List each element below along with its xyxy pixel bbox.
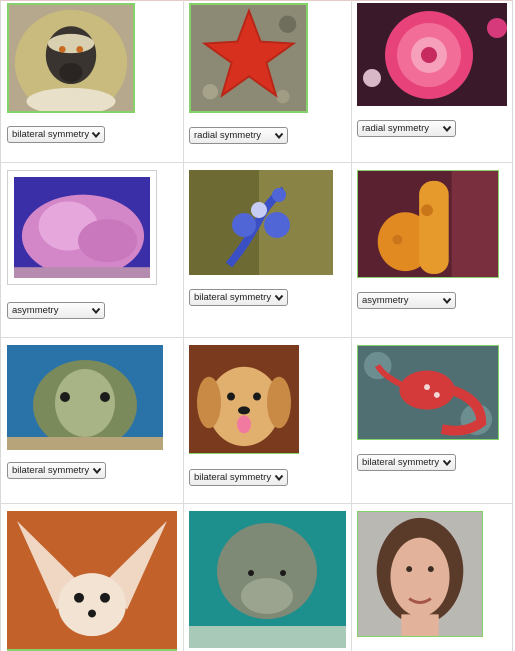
- dropdown-value: radial symmetry: [362, 123, 430, 134]
- chevron-down-icon: [274, 294, 284, 302]
- puppy-icon: [189, 345, 299, 453]
- sea-slug-image[interactable]: [189, 170, 333, 275]
- sea-anemone-image[interactable]: [357, 3, 507, 106]
- chevron-down-icon: [91, 131, 101, 139]
- chevron-down-icon: [442, 297, 452, 305]
- row-divider-1: [0, 162, 513, 163]
- orange-sponge-image[interactable]: [357, 170, 499, 278]
- dropdown-value: bilateral symmetry: [12, 465, 90, 476]
- sea-star-icon: [191, 5, 306, 111]
- row-divider-3: [0, 503, 513, 504]
- dropdown-value: bilateral symmetry: [362, 457, 440, 468]
- column-divider-1: [183, 0, 184, 651]
- row-divider-2: [0, 337, 513, 338]
- sea-slug-icon: [189, 170, 333, 275]
- symmetry-dropdown-4[interactable]: asymmetry: [7, 302, 105, 319]
- symmetry-dropdown-3[interactable]: radial symmetry: [357, 120, 456, 137]
- symmetry-dropdown-5[interactable]: bilateral symmetry: [189, 289, 288, 306]
- chevron-down-icon: [274, 474, 284, 482]
- dropdown-value: asymmetry: [362, 295, 409, 306]
- crab-icon: [358, 346, 498, 439]
- chevron-down-icon: [92, 467, 102, 475]
- dropdown-value: bilateral symmetry: [194, 292, 272, 303]
- column-divider-2: [351, 0, 352, 651]
- monkey-image[interactable]: [7, 3, 135, 113]
- dropdown-value: radial symmetry: [194, 130, 262, 141]
- sea-star-image[interactable]: [189, 3, 308, 113]
- chevron-down-icon: [91, 307, 101, 315]
- pink-coral-image[interactable]: [7, 170, 157, 285]
- chevron-down-icon: [442, 459, 452, 467]
- manatee-image[interactable]: [189, 511, 346, 648]
- red-crab-image[interactable]: [357, 345, 499, 440]
- sea-turtle-icon: [7, 345, 163, 450]
- symmetry-dropdown-7[interactable]: bilateral symmetry: [7, 462, 106, 479]
- symmetry-dropdown-2[interactable]: radial symmetry: [189, 127, 288, 144]
- chevron-down-icon: [274, 132, 284, 140]
- chevron-down-icon: [442, 125, 452, 133]
- woman-image[interactable]: [357, 511, 483, 637]
- fennec-fox-image[interactable]: [7, 511, 177, 651]
- symmetry-dropdown-6[interactable]: asymmetry: [357, 292, 456, 309]
- symmetry-dropdown-8[interactable]: bilateral symmetry: [189, 469, 288, 486]
- portrait-icon: [358, 512, 482, 636]
- dropdown-value: asymmetry: [12, 305, 59, 316]
- sea-anemone-icon: [357, 3, 507, 106]
- manatee-icon: [189, 511, 346, 648]
- sponge-icon: [358, 171, 498, 277]
- sea-turtle-image[interactable]: [7, 345, 163, 450]
- dropdown-value: bilateral symmetry: [194, 472, 272, 483]
- puppy-image[interactable]: [189, 345, 299, 454]
- symmetry-dropdown-9[interactable]: bilateral symmetry: [357, 454, 456, 471]
- monkey-icon: [9, 5, 133, 111]
- top-border: [0, 0, 513, 1]
- dropdown-value: bilateral symmetry: [12, 129, 90, 140]
- symmetry-dropdown-1[interactable]: bilateral symmetry: [7, 126, 105, 143]
- fox-icon: [7, 511, 177, 649]
- coral-icon: [14, 177, 150, 278]
